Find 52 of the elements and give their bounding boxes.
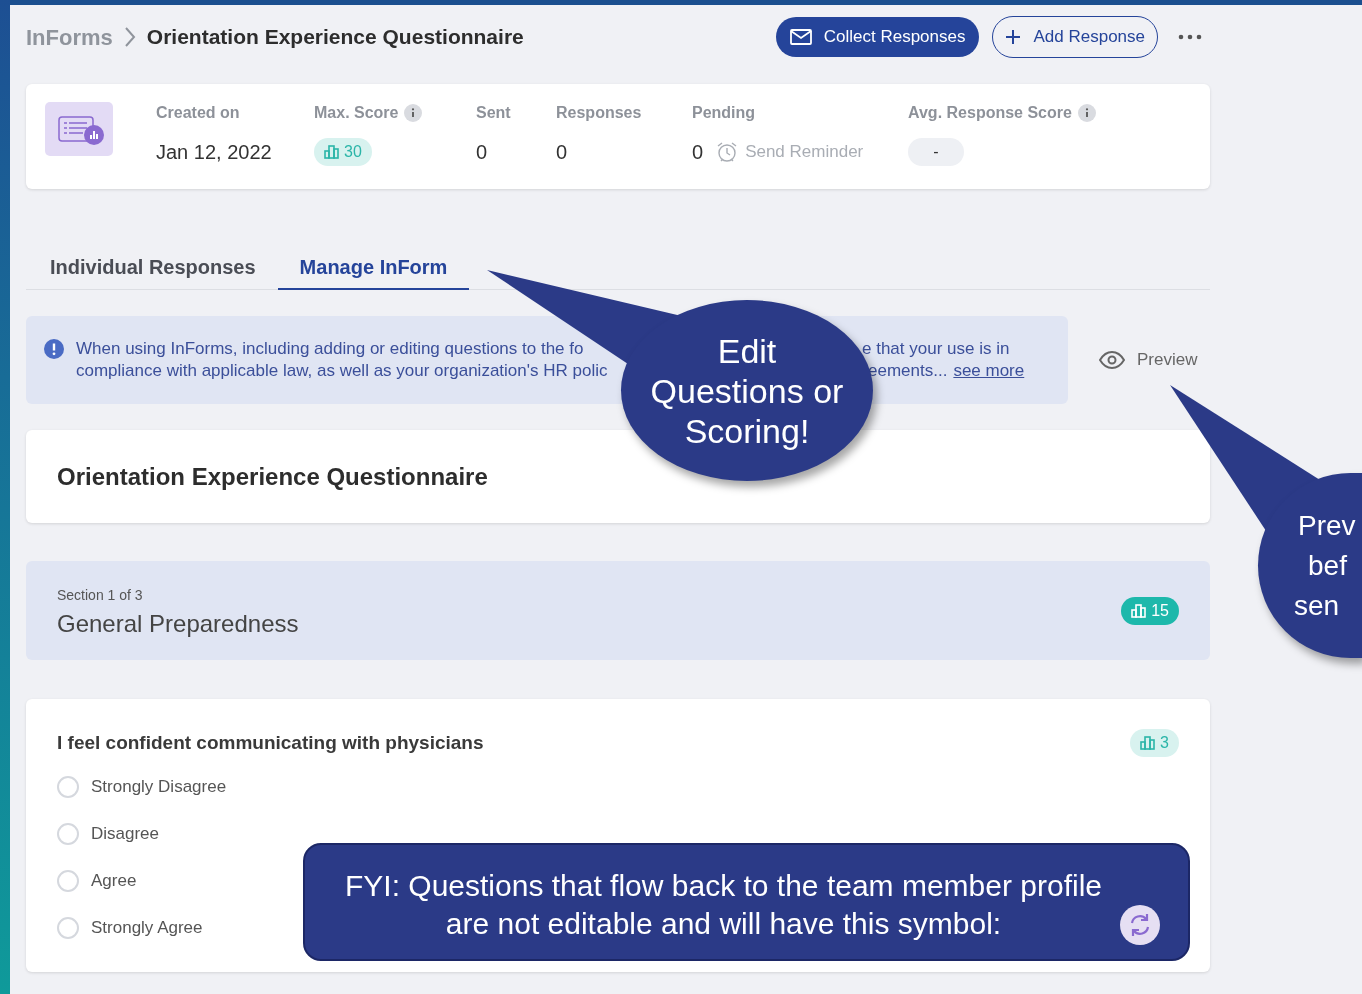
form-icon	[45, 102, 113, 156]
plus-icon	[1005, 29, 1022, 45]
stat-label: Created on	[156, 103, 240, 123]
score-badge: 15	[1121, 596, 1179, 625]
more-options-icon[interactable]	[1178, 34, 1202, 40]
alert-icon	[44, 339, 64, 359]
bar-chart-icon	[1140, 736, 1157, 751]
radio-button[interactable]	[57, 869, 79, 892]
stat-value: 0	[556, 140, 568, 165]
callout-text: Prev	[1298, 508, 1356, 543]
see-more-link[interactable]: see more	[953, 360, 1025, 382]
notice-text: eements...	[868, 360, 948, 382]
sync-icon	[1119, 905, 1160, 945]
notice-text: compliance with applicable law, as well as your organization's HR polic	[76, 360, 609, 382]
preview-button[interactable]: Preview	[1099, 347, 1198, 373]
option-label: Agree	[91, 869, 137, 892]
callout-text: sen	[1294, 588, 1340, 623]
form-title: Orientation Experience Questionnaire	[57, 461, 488, 492]
callout-text: Edit Questions or Scoring!	[649, 330, 845, 451]
stat-label: Responses	[556, 103, 642, 123]
note-text: FYI: Questions that flow back to the team member profile are not editable and will have this symbol:	[344, 868, 1103, 942]
stat-value: 0	[476, 140, 488, 165]
stat-label: Avg. Response Score	[908, 103, 1072, 123]
collect-responses-button[interactable]: Collect Responses	[775, 17, 980, 57]
page-title: Orientation Experience Questionnaire	[146, 24, 524, 51]
stat-label: Max. Score	[314, 103, 399, 123]
notice-text: When using InForms, including adding or editing questions to the fo	[76, 338, 585, 360]
section-title: General Preparedness	[57, 609, 300, 639]
tab[interactable]: Manage InForm	[277, 246, 470, 290]
radio-button[interactable]	[57, 775, 79, 798]
section-caption: Section 1 of 3	[57, 586, 144, 605]
radio-button[interactable]	[57, 916, 79, 939]
callout-text: bef	[1308, 548, 1347, 583]
tab[interactable]: Individual Responses	[28, 246, 278, 290]
score-badge: 30	[314, 138, 372, 166]
score-badge: 3	[1130, 729, 1179, 758]
stat-value: Jan 12, 2022	[156, 140, 272, 165]
radio-button[interactable]	[57, 822, 79, 845]
chevron-right-icon	[122, 26, 137, 48]
eye-icon	[1099, 351, 1125, 369]
stat-value: 0	[692, 140, 704, 165]
bar-chart-icon	[1131, 603, 1148, 618]
stat-label: Sent	[476, 103, 511, 123]
stat-value: -	[908, 138, 964, 166]
option-label: Disagree	[91, 822, 160, 845]
notice-text: e that your use is in	[862, 338, 1010, 360]
bar-chart-icon	[324, 145, 340, 159]
option-label: Strongly Disagree	[91, 775, 227, 798]
mail-icon	[789, 29, 812, 45]
question-text: I feel confident communicating with physicians	[57, 731, 485, 755]
option-label: Strongly Agree	[91, 916, 203, 939]
stat-label: Pending	[692, 103, 756, 123]
